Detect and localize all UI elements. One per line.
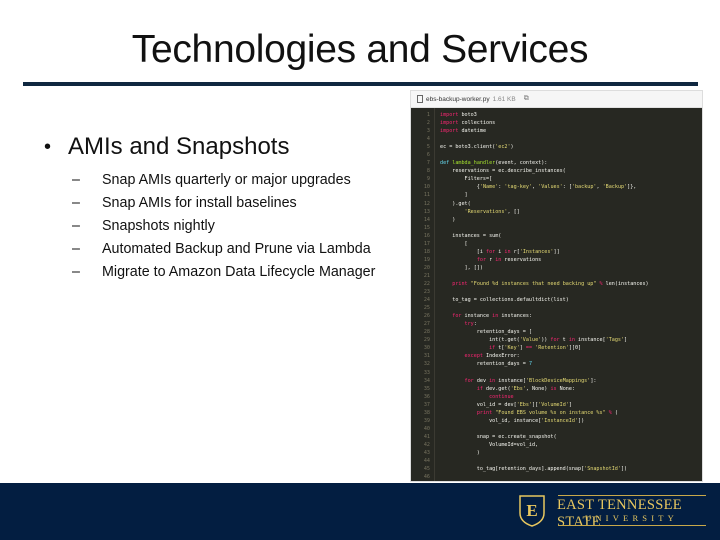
dash-marker: – [72,263,80,280]
logo-letter: E [526,501,537,520]
logo-rule-bottom [558,525,706,526]
code-file-header: ebs-backup-worker.py 1.61 KB ⧉ [411,91,702,108]
code-lines: import boto3 import collections import d… [440,112,649,473]
title-divider [23,82,698,86]
sub-bullet-text: Automated Backup and Prune via Lambda [102,240,371,257]
main-bullet: • AMIs and Snapshots [44,133,289,161]
logo-rule-top [558,495,706,496]
sub-bullet-list: – Snap AMIs quarterly or major upgrades –… [72,168,375,283]
file-icon [417,95,423,103]
sub-bullet-item: – Snap AMIs quarterly or major upgrades [72,168,375,191]
main-bullet-text: AMIs and Snapshots [68,133,290,160]
code-filesize: 1.61 KB [492,95,516,103]
sub-bullet-item: – Snapshots nightly [72,214,375,237]
sub-bullet-item: – Migrate to Amazon Data Lifecycle Manage… [72,260,375,283]
etsu-shield-logo-icon: E [519,495,545,527]
copy-icon: ⧉ [523,95,529,102]
org-name-line2: UNIVERSITY [585,513,678,523]
code-filename: ebs-backup-worker.py [426,95,490,103]
dash-marker: – [72,217,80,234]
sub-bullet-text: Migrate to Amazon Data Lifecycle Manager [102,263,376,280]
sub-bullet-text: Snapshots nightly [102,217,215,234]
slide-title: Technologies and Services [131,28,589,71]
sub-bullet-text: Snap AMIs for install baselines [102,194,297,211]
code-screenshot: ebs-backup-worker.py 1.61 KB ⧉ 1 2 3 4 5… [410,90,703,482]
dash-marker: – [72,171,80,188]
dash-marker: – [72,240,80,257]
sub-bullet-item: – Snap AMIs for install baselines [72,191,375,214]
line-numbers: 1 2 3 4 5 6 7 8 9 10 11 12 13 14 15 16 1… [411,108,435,481]
sub-bullet-text: Snap AMIs quarterly or major upgrades [102,171,351,188]
sub-bullet-item: – Automated Backup and Prune via Lambda [72,237,375,260]
bullet-marker: • [44,135,52,158]
dash-marker: – [72,194,80,211]
code-body: 1 2 3 4 5 6 7 8 9 10 11 12 13 14 15 16 1… [411,108,702,481]
